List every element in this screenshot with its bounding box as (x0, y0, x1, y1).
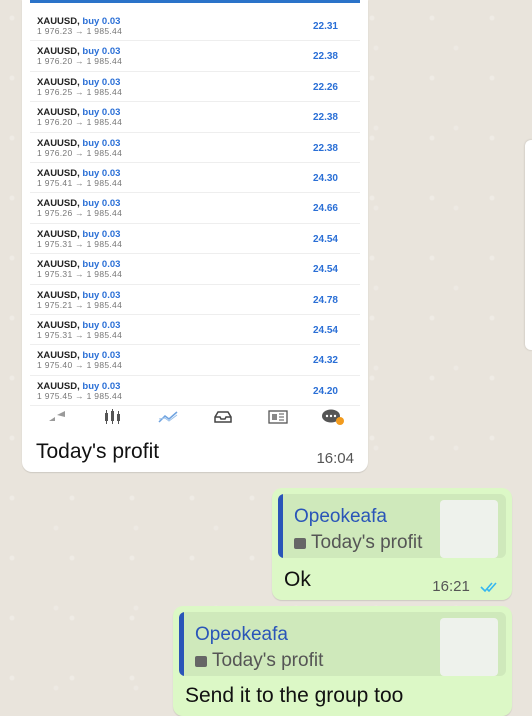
quote-accent-bar (278, 494, 283, 558)
trade-profit: 24.54 (312, 233, 338, 245)
trade-profit: 24.66 (312, 203, 338, 215)
trade-prices: 1 976.25 → 1 985.44 (37, 86, 123, 97)
quoted-message[interactable]: Opeokeafa Today's profit (278, 494, 506, 558)
history-icon (208, 405, 238, 429)
trade-profit: 24.20 (312, 385, 338, 397)
trade-row[interactable]: XAUUSD, buy 0.03 1 975.26 → 1 985.44 24.66 (30, 193, 360, 224)
trade-row[interactable]: XAUUSD, buy 0.03 1 975.21 → 1 985.44 24.78 (30, 285, 360, 315)
photo-icon (195, 656, 207, 667)
trade-prices: 1 975.31 → 1 985.44 (37, 238, 123, 249)
trade-prices: 1 976.23 → 1 985.44 (37, 26, 123, 36)
trade-profit: 24.54 (312, 264, 338, 276)
incoming-image-message[interactable]: XAUUSD, buy 0.03 1 976.23 → 1 985.44 22.31… (22, 0, 368, 472)
trade-profit: 22.38 (312, 51, 338, 63)
news-icon (263, 405, 293, 429)
trade-row[interactable]: XAUUSD, buy 0.03 1 975.41 → 1 985.44 24.30 (30, 163, 360, 194)
trade-row[interactable]: XAUUSD, buy 0.03 1 975.31 → 1 985.44 24.54 (30, 315, 360, 346)
trade-prices: 1 975.21 → 1 985.44 (37, 299, 123, 310)
edge-panel-handle[interactable] (525, 140, 532, 350)
quotes-icon (43, 405, 73, 429)
photo-icon (294, 538, 306, 549)
trade-prices: 1 976.20 → 1 985.44 (37, 117, 123, 128)
trade-list: XAUUSD, buy 0.03 1 976.23 → 1 985.44 22.31… (30, 11, 360, 407)
quote-author: Opeokeafa (195, 624, 288, 645)
trade-profit: 22.31 (312, 21, 338, 32)
trade-prices: 1 975.31 → 1 985.44 (37, 269, 123, 280)
quote-text-label: Today's profit (212, 650, 324, 671)
trade-prices: 1 976.20 → 1 985.44 (37, 56, 123, 67)
message-timestamp: 16:04 (316, 450, 354, 467)
chart-icon (98, 405, 128, 429)
trading-screenshot[interactable]: XAUUSD, buy 0.03 1 976.23 → 1 985.44 22.31… (30, 0, 360, 435)
trade-profit: 22.38 (312, 112, 338, 124)
trade-profit: 22.26 (312, 81, 338, 93)
trade-profit: 22.38 (312, 142, 338, 154)
quote-author: Opeokeafa (294, 506, 387, 527)
quote-text: Today's profit (294, 532, 422, 554)
trade-row[interactable]: XAUUSD, buy 0.03 1 975.31 → 1 985.44 24.54 (30, 254, 360, 285)
message-timestamp: 16:21 (432, 578, 470, 595)
messages-icon (318, 405, 348, 429)
trade-prices: 1 975.41 → 1 985.44 (37, 177, 123, 188)
trade-prices: 1 975.31 → 1 985.44 (37, 329, 123, 340)
quote-text-label: Today's profit (311, 532, 423, 553)
quote-accent-bar (179, 612, 184, 676)
trade-prices: 1 975.26 → 1 985.44 (37, 208, 123, 219)
image-caption: Today's profit (36, 440, 160, 463)
message-status: 16:21 (432, 578, 500, 597)
outgoing-reply-message[interactable]: Opeokeafa Today's profit Ok 16:21 (272, 488, 512, 600)
quote-thumbnail (440, 500, 498, 558)
trade-row[interactable]: XAUUSD, buy 0.03 1 976.23 → 1 985.44 22.31 (30, 11, 360, 42)
trade-row[interactable]: XAUUSD, buy 0.03 1 976.20 → 1 985.44 22.38 (30, 102, 360, 133)
trade-prices: 1 975.40 → 1 985.44 (37, 360, 123, 371)
quote-text: Today's profit (195, 650, 323, 672)
quote-thumbnail (440, 618, 498, 676)
message-text: Send it to the group too (185, 684, 404, 707)
trade-profit: 24.32 (312, 355, 338, 367)
trade-profit: 24.78 (312, 294, 338, 306)
trade-row[interactable]: XAUUSD, buy 0.03 1 976.25 → 1 985.44 22.26 (30, 72, 360, 103)
read-receipt-icon (480, 580, 500, 597)
trade-prices: 1 976.20 → 1 985.44 (37, 147, 123, 158)
quoted-message[interactable]: Opeokeafa Today's profit (179, 612, 506, 676)
trade-row[interactable]: XAUUSD, buy 0.03 1 976.20 → 1 985.44 22.38 (30, 133, 360, 163)
trade-row[interactable]: XAUUSD, buy 0.03 1 975.31 → 1 985.44 24.54 (30, 224, 360, 255)
app-tab-bar (30, 399, 360, 435)
trade-icon (153, 405, 183, 429)
trade-profit: 24.54 (312, 324, 338, 336)
trade-profit: 24.30 (312, 172, 338, 184)
message-text: Ok (284, 568, 311, 591)
trade-row[interactable]: XAUUSD, buy 0.03 1 976.20 → 1 985.44 22.38 (30, 41, 360, 72)
trade-row[interactable]: XAUUSD, buy 0.03 1 975.40 → 1 985.44 24.32 (30, 345, 360, 376)
